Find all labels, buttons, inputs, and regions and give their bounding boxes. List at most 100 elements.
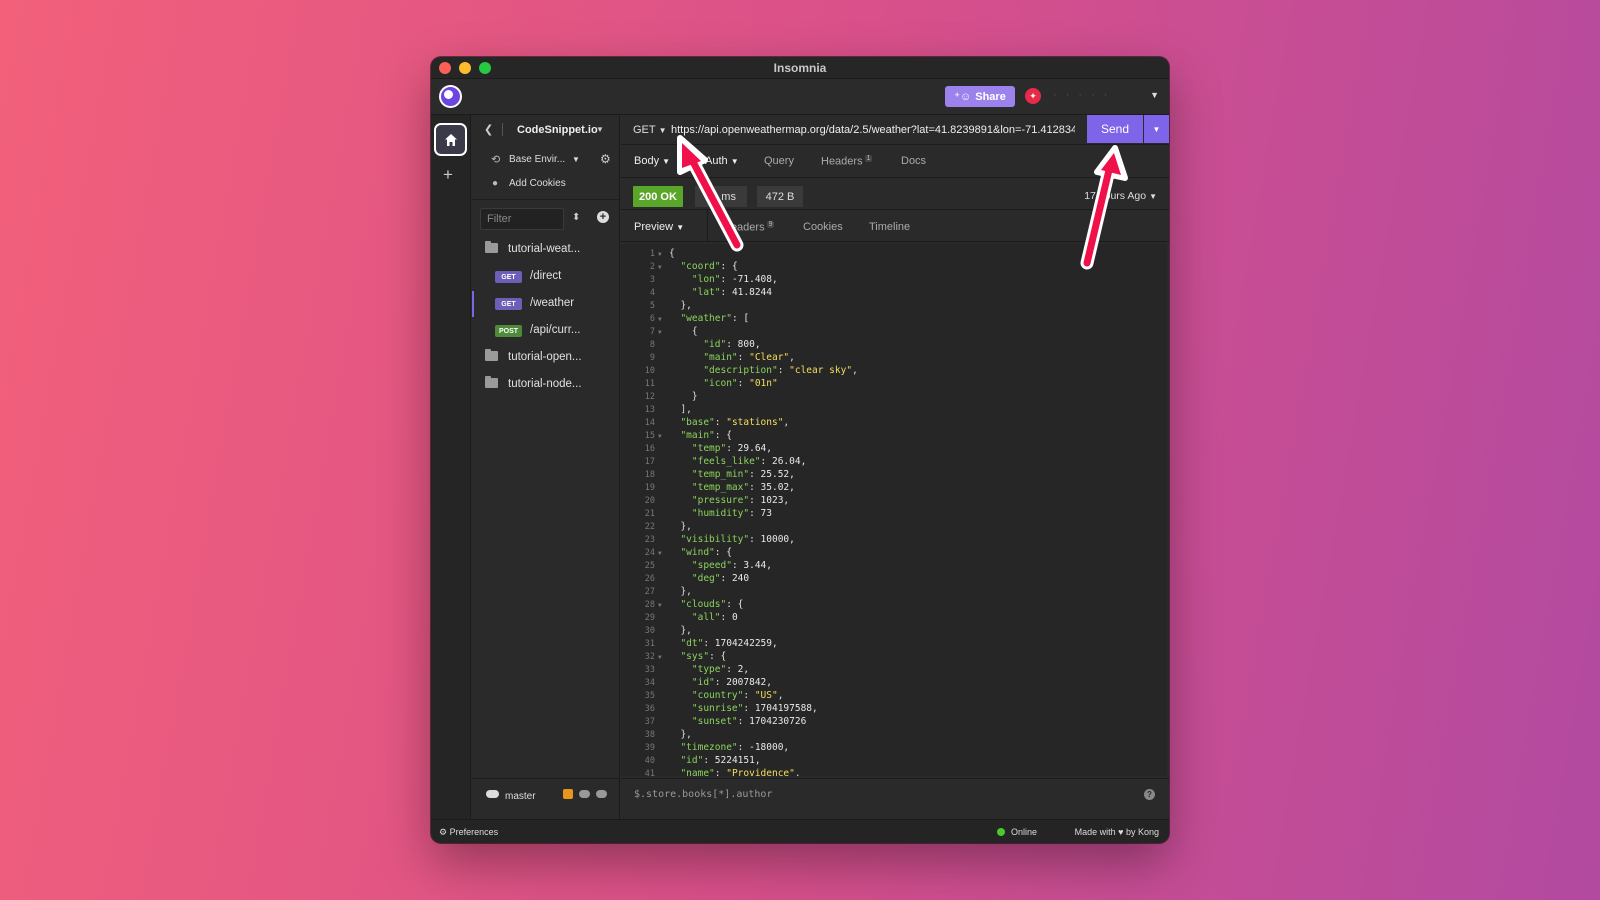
code-text: } [669,391,698,402]
branch-name[interactable]: master [505,791,536,802]
chevron-down-icon: ▼ [1149,192,1157,201]
environment-selector[interactable]: ⟲ Base Envir... ▼ ⚙ [472,149,619,171]
code-text: ], [669,404,692,415]
tab-auth[interactable]: Auth ▼ [705,155,739,167]
add-cookies-button[interactable]: ● Add Cookies [472,174,619,194]
code-text: { [669,248,675,259]
tab-preview[interactable]: Preview ▼ [634,221,684,233]
sort-icon[interactable]: ⬍ [572,212,580,223]
code-line: 11 "icon": "01n" [621,378,1167,391]
line-number: 36 [644,704,655,714]
project-row: ❮ CodeSnippet.io ▼ [472,115,619,145]
window-controls [439,62,491,74]
code-line: 7 ▼ { [621,326,1167,339]
code-line: 8 "id": 800, [621,339,1167,352]
tab-cookies[interactable]: Cookies [803,221,843,233]
method-badge: POST [495,325,522,337]
close-window-button[interactable] [439,62,451,74]
add-workspace-icon[interactable]: + [443,165,453,185]
minimize-window-button[interactable] [459,62,471,74]
maximize-window-button[interactable] [479,62,491,74]
fold-chevron-icon[interactable]: ▼ [658,316,662,323]
fold-chevron-icon[interactable]: ▼ [658,602,662,609]
code-text: "lat": 41.8244 [691,287,772,298]
project-name[interactable]: CodeSnippet.io [517,124,598,136]
code-text: "country": "US", [691,690,784,701]
code-line: 6 ▼ "weather": [ [621,313,1167,326]
back-chevron-icon[interactable]: ❮ [484,123,493,136]
line-number: 19 [644,483,655,493]
add-request-icon[interactable]: + [597,211,609,223]
line-number: 26 [644,574,655,584]
folder-tutorial-open[interactable]: tutorial-open... [472,345,619,371]
tab-timeline[interactable]: Timeline [869,221,910,233]
code-line: 25 "speed": 3.44, [621,560,1167,573]
line-number: 14 [644,418,655,428]
presence-dots: ····· [1053,89,1117,101]
response-history[interactable]: 17 hours Ago ▼ [1084,190,1157,202]
project-chevron-down-icon[interactable]: ▼ [596,125,604,134]
gear-icon[interactable]: ⚙ [600,152,611,166]
line-number: 2 [649,262,655,272]
code-text: { [669,326,698,337]
request-direct[interactable]: GET /direct [472,264,619,290]
response-filter-bar: $.store.books[*].author ? [621,778,1169,819]
share-button-label: Share [975,90,1006,103]
home-icon [444,133,457,146]
fold-chevron-icon[interactable]: ▼ [658,264,662,271]
cloud-upload-icon[interactable] [596,790,607,798]
tab-docs[interactable]: Docs [901,155,926,167]
method-label: GET [633,124,656,136]
help-icon[interactable]: ? [1144,789,1155,800]
account-chevron-down-icon[interactable]: ▼ [1150,90,1159,100]
insomnia-logo-icon[interactable] [439,85,462,108]
code-text: "icon": "01n" [703,378,778,389]
code-text: "lon": -71.408, [691,274,778,285]
chevron-down-icon: ▼ [676,223,685,232]
history-label: 17 hours Ago [1084,190,1147,202]
request-api-curr[interactable]: POST /api/curr... [472,318,619,344]
tab-query[interactable]: Query [764,155,794,167]
fold-chevron-icon[interactable]: ▼ [658,329,662,336]
chevron-down-icon: ▼ [658,126,667,135]
line-number: 12 [644,392,655,402]
code-text: "description": "clear sky", [703,365,858,376]
share-button[interactable]: ⁺☺ Share [945,86,1015,107]
send-button[interactable]: Send [1087,115,1143,143]
code-text: "temp": 29.64, [691,443,772,454]
fold-chevron-icon[interactable]: ▼ [658,654,662,661]
tab-response-headers[interactable]: Headers 9 [723,221,775,234]
package-icon[interactable] [563,789,573,799]
filter-input[interactable] [480,208,564,230]
fold-chevron-icon[interactable]: ▼ [658,251,662,258]
fold-chevron-icon[interactable]: ▼ [658,550,662,557]
preferences-button[interactable]: ⚙ Preferences [439,827,498,838]
home-button[interactable] [434,123,467,156]
folder-tutorial-node[interactable]: tutorial-node... [472,372,619,398]
line-number: 3 [649,275,655,285]
folder-tutorial-weather[interactable]: tutorial-weat... [472,237,619,263]
code-text: "sunrise": 1704197588, [691,703,818,714]
line-number: 17 [644,457,655,467]
method-selector[interactable]: GET ▼ [633,124,667,136]
code-line: 9 "main": "Clear", [621,352,1167,365]
user-avatar[interactable]: ✦ [1025,88,1041,104]
window-title: Insomnia [773,60,827,75]
line-number: 30 [644,626,655,636]
code-text: }, [669,521,692,532]
online-status: Online [1011,827,1038,837]
tab-headers[interactable]: Headers 1 [821,155,873,168]
tab-body[interactable]: Body ▼ [634,155,670,167]
response-body-viewer[interactable]: 1 ▼{2 ▼ "coord": {3 "lon": -71.408, 4 "lat"… [621,244,1167,776]
cloud-download-icon[interactable] [579,790,590,798]
response-filter-input[interactable]: $.store.books[*].author [634,789,772,800]
code-line: 29 "all": 0 [621,612,1167,625]
request-weather[interactable]: GET /weather [472,291,619,317]
code-text: "dt": 1704242259, [680,638,778,649]
line-number: 25 [644,561,655,571]
send-options-chevron-down-icon[interactable]: ▼ [1144,115,1169,143]
fold-chevron-icon[interactable]: ▼ [658,433,662,440]
code-text: "feels_like": 26.04, [691,456,807,467]
url-input[interactable]: https://api.openweathermap.org/data/2.5/… [671,124,1075,136]
gear-icon: ⚙ [439,827,448,837]
